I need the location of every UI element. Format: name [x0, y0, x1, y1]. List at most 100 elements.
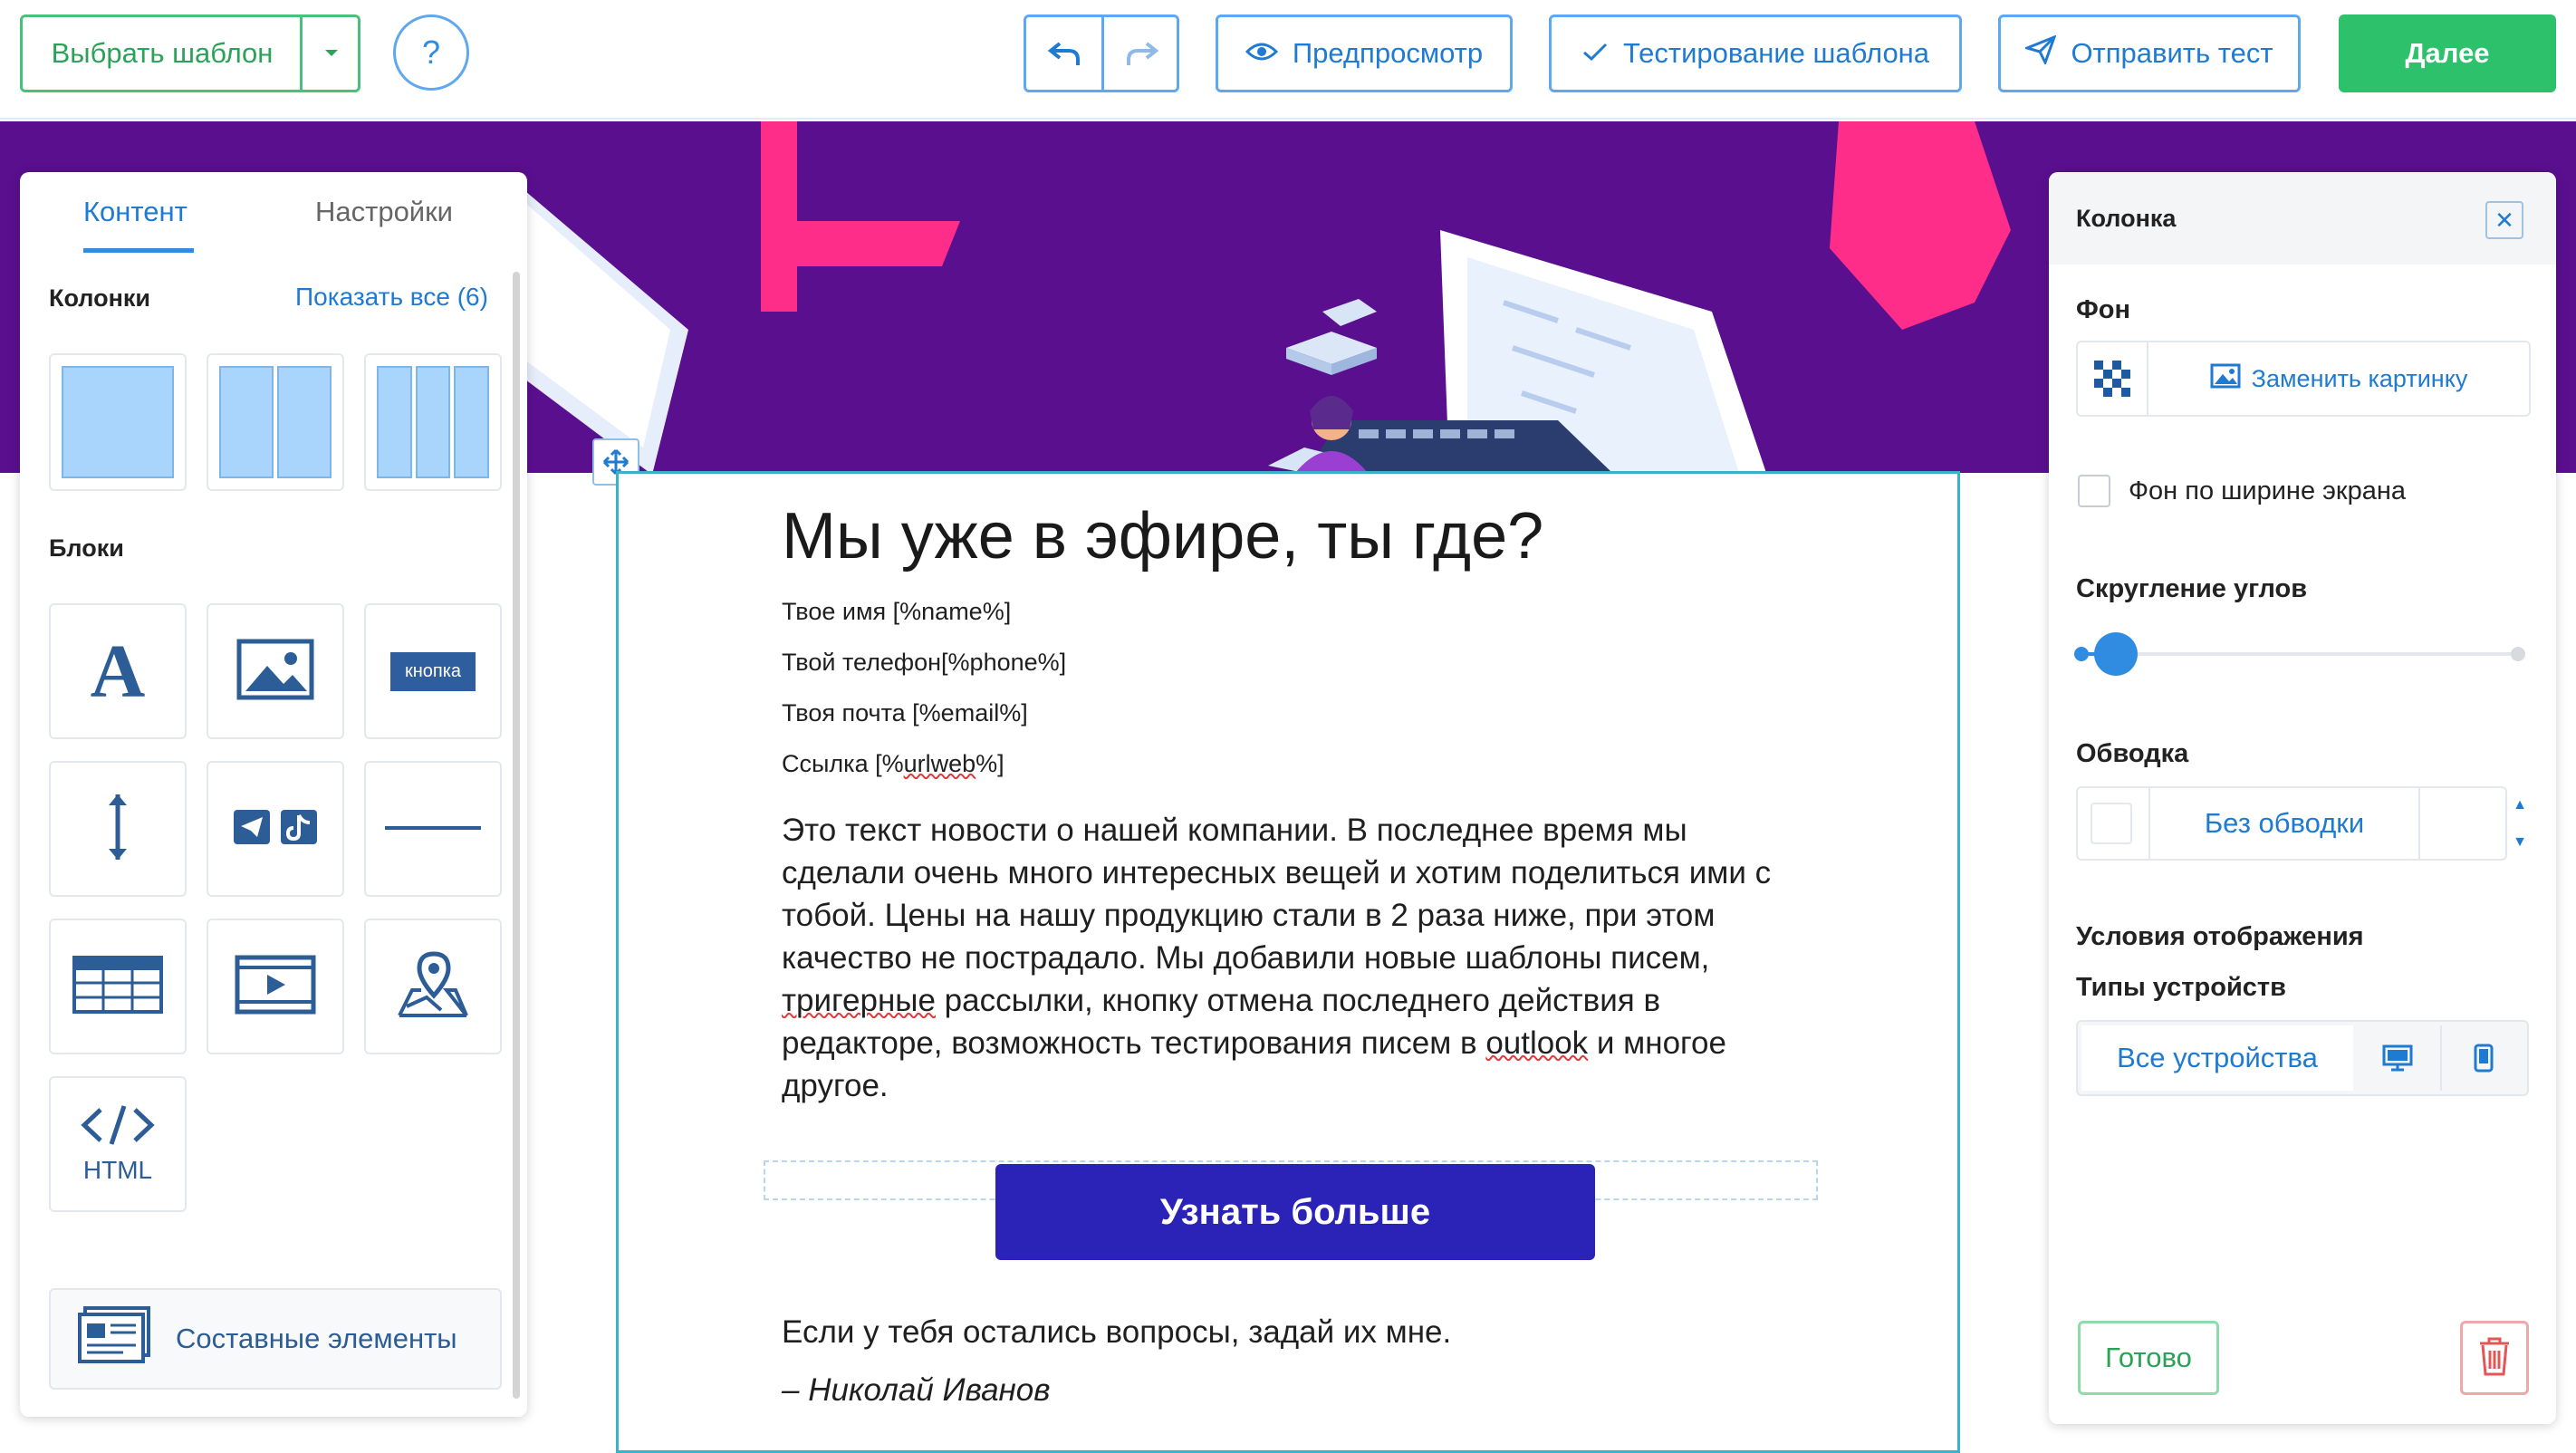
field-url[interactable]: Ссылка [%urlweb%]: [782, 749, 1805, 778]
help-label[interactable]: ?: [422, 34, 440, 72]
columns-heading: Колонки: [49, 284, 151, 312]
show-all-link[interactable]: Показать все (6): [295, 283, 488, 312]
delete-button[interactable]: [2460, 1321, 2529, 1395]
undo-redo-group: [1024, 14, 1179, 92]
radius-slider-min-dot: [2074, 647, 2089, 661]
code-icon: [79, 1104, 157, 1150]
html-label: HTML: [82, 1155, 153, 1184]
replace-image-button[interactable]: Заменить картинку: [2148, 342, 2529, 415]
spacer-block-tile[interactable]: [49, 761, 187, 897]
closing-text[interactable]: Если у тебя остались вопросы, задай их м…: [782, 1314, 1451, 1351]
body-part-2: тригерные: [782, 983, 936, 1019]
text-block-tile[interactable]: A: [49, 603, 187, 739]
divider-block-tile[interactable]: [364, 761, 502, 897]
device-selector: Все устройства: [2076, 1020, 2529, 1096]
device-types-label: Типы устройств: [2076, 973, 2286, 1002]
cta-button[interactable]: Узнать больше: [995, 1164, 1595, 1260]
misspelled-word: urlweb: [903, 750, 976, 778]
device-all-option[interactable]: Все устройства: [2081, 1025, 2353, 1091]
social-icon: [232, 808, 319, 851]
text-icon: A: [90, 629, 146, 714]
border-control: Без обводки: [2076, 786, 2507, 861]
fullwidth-checkbox[interactable]: [2078, 475, 2110, 507]
field-name[interactable]: Твое имя [%name%]: [782, 597, 1805, 626]
field-url-text: Ссылка [%urlweb%]: [782, 750, 1004, 778]
undo-icon[interactable]: [1026, 17, 1101, 90]
map-icon: [394, 950, 472, 1024]
replace-image-label: Заменить картинку: [2251, 364, 2468, 392]
done-label: Готово: [2105, 1342, 2192, 1373]
column-preset-2[interactable]: [207, 353, 344, 491]
background-label: Фон: [2076, 295, 2130, 324]
spacer-icon: [104, 791, 131, 868]
video-block-tile[interactable]: [207, 919, 344, 1054]
image-block-tile[interactable]: [207, 603, 344, 739]
blocks-heading: Блоки: [49, 534, 124, 562]
column-preset-3[interactable]: [364, 353, 502, 491]
left-content-panel: Контент Настройки Колонки Показать все (…: [20, 172, 527, 1417]
image-icon: [236, 639, 314, 705]
social-block-tile[interactable]: [207, 761, 344, 897]
background-control: Заменить картинку: [2076, 341, 2531, 417]
redo-icon[interactable]: [1104, 17, 1177, 90]
composite-label: Составные элементы: [176, 1323, 457, 1354]
right-settings-panel: Колонка ✕ Фон Заменить картинку Фон по ш…: [2049, 172, 2556, 1424]
trash-icon: [2478, 1336, 2511, 1381]
desktop-icon[interactable]: [2355, 1025, 2440, 1091]
html-block-tile[interactable]: HTML: [49, 1076, 187, 1212]
send-test-label: Отправить тест: [2071, 37, 2273, 69]
map-block-tile[interactable]: [364, 919, 502, 1054]
column-preset-1[interactable]: [49, 353, 187, 491]
table-icon: [72, 955, 163, 1018]
next-button[interactable]: Далее: [2339, 14, 2556, 92]
tab-settings[interactable]: Настройки: [315, 196, 453, 228]
email-content-column[interactable]: Мы уже в эфире, ты где? Твое имя [%name%…: [616, 471, 1960, 1453]
preview-button[interactable]: Предпросмотр: [1216, 14, 1513, 92]
field-email[interactable]: Твоя почта [%email%]: [782, 698, 1805, 727]
button-block-tile[interactable]: кнопка: [364, 603, 502, 739]
border-width-spinner[interactable]: ▲ ▼: [2507, 786, 2533, 861]
border-label: Обводка: [2076, 739, 2189, 768]
done-button[interactable]: Готово: [2078, 1321, 2219, 1395]
video-icon: [235, 955, 316, 1019]
border-color-swatch[interactable]: [2091, 803, 2132, 844]
eye-icon: [1245, 37, 1278, 70]
field-phone[interactable]: Твой телефон[%phone%]: [782, 648, 1805, 677]
divider-icon: [385, 821, 481, 837]
signature-text[interactable]: – Николай Иванов: [782, 1372, 1051, 1409]
border-style-select[interactable]: Без обводки: [2148, 788, 2420, 859]
test-template-button[interactable]: Тестирование шаблона: [1549, 14, 1962, 92]
panel-tabs: Контент Настройки: [20, 172, 527, 255]
email-title[interactable]: Мы уже в эфире, ты где?: [782, 497, 1805, 575]
top-toolbar: Выбрать шаблон ? Предпросмотр Тестирован…: [0, 0, 2576, 120]
chevron-up-icon[interactable]: ▲: [2513, 797, 2527, 813]
image-icon: [2210, 363, 2241, 395]
send-test-button[interactable]: Отправить тест: [1998, 14, 2301, 92]
close-icon[interactable]: ✕: [2485, 201, 2523, 239]
tab-content[interactable]: Контент: [83, 196, 187, 228]
email-body-text[interactable]: Это текст новости о нашей компании. В по…: [782, 809, 1805, 1107]
mobile-icon[interactable]: [2440, 1025, 2525, 1091]
panel-title: Колонка: [2076, 205, 2177, 232]
left-panel-scrollbar[interactable]: [513, 272, 520, 1399]
display-conditions-label: Условия отображения: [2076, 922, 2364, 951]
choose-template-label[interactable]: Выбрать шаблон: [23, 17, 302, 90]
chevron-down-icon[interactable]: [303, 17, 360, 90]
radius-slider-handle[interactable]: [2094, 632, 2138, 676]
radius-slider-track[interactable]: [2078, 652, 2518, 656]
chevron-down-icon[interactable]: ▼: [2513, 834, 2527, 851]
body-part-4: outlook: [1485, 1025, 1589, 1062]
panel-header: Колонка ✕: [2049, 172, 2556, 265]
transparency-swatch-icon[interactable]: [2078, 342, 2148, 415]
send-icon: [2023, 34, 2057, 72]
composite-elements-button[interactable]: Составные элементы: [49, 1288, 502, 1390]
help-button[interactable]: ?: [393, 14, 469, 91]
active-tab-indicator: [83, 248, 194, 253]
cta-label: Узнать больше: [1159, 1191, 1431, 1232]
choose-template-button[interactable]: Выбрать шаблон: [20, 14, 360, 92]
fullwidth-label[interactable]: Фон по ширине экрана: [2129, 476, 2406, 506]
email-text-area[interactable]: Мы уже в эфире, ты где? Твое имя [%name%…: [782, 497, 1805, 1107]
table-block-tile[interactable]: [49, 919, 187, 1054]
test-template-label: Тестирование шаблона: [1622, 37, 1930, 69]
composite-icon: [76, 1305, 152, 1372]
